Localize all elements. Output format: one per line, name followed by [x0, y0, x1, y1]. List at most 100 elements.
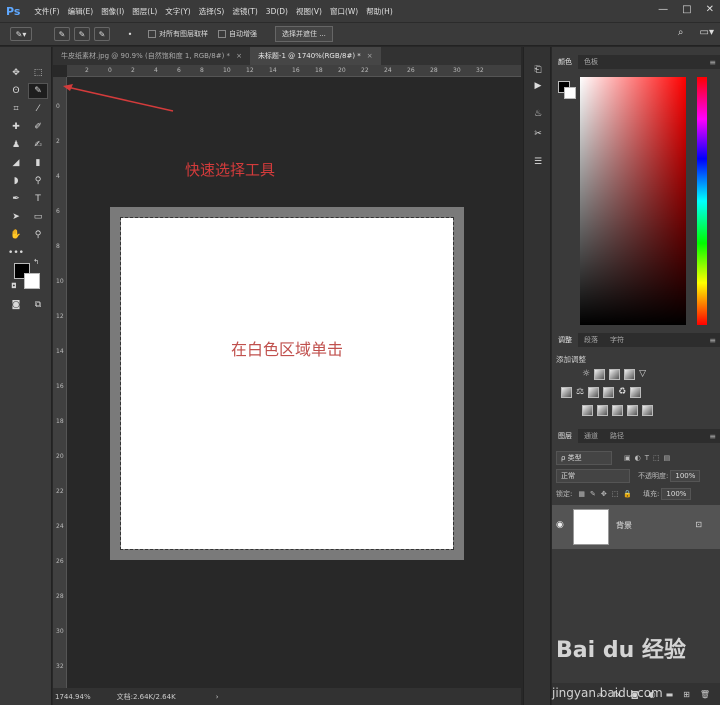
menu-image[interactable]: 图像(I) [101, 6, 124, 17]
add-selection-icon[interactable]: ✎ [74, 27, 90, 41]
minimize-button[interactable]: — [658, 4, 668, 15]
new-group-icon[interactable]: ▬ [666, 690, 674, 699]
panel-menu-icon[interactable]: ≡ [709, 432, 716, 441]
swap-colors-icon[interactable]: ↰ [30, 257, 42, 267]
color-lookup-icon[interactable] [630, 387, 642, 398]
gradient-tool-icon[interactable]: ▮ [28, 155, 48, 171]
rectangle-tool-icon[interactable]: ▭ [28, 209, 48, 225]
levels-icon[interactable] [594, 369, 606, 380]
horizontal-ruler[interactable]: 2 0 2 4 6 8 10 12 14 16 18 20 22 24 26 28 30 32 [67, 65, 521, 77]
maximize-button[interactable]: □ [682, 4, 691, 15]
gradient-map-icon[interactable] [642, 405, 653, 416]
zoom-level[interactable]: 1744.94% [55, 693, 91, 701]
tool-preset-icon[interactable]: ✎▾ [10, 27, 32, 41]
menu-filter[interactable]: 滤镜(T) [232, 6, 257, 17]
menu-edit[interactable]: 编辑(E) [68, 6, 94, 17]
opacity-input[interactable]: 100% [670, 469, 701, 482]
close-button[interactable]: ✕ [706, 4, 714, 15]
type-tool-icon[interactable]: T [28, 191, 48, 207]
more-tools-icon[interactable]: ••• [6, 245, 26, 261]
select-and-mask-button[interactable]: 选择并遮住 ... [275, 26, 333, 42]
menu-help[interactable]: 帮助(H) [366, 6, 393, 17]
properties-panel-icon[interactable]: ☰ [530, 155, 546, 169]
menu-3d[interactable]: 3D(D) [266, 7, 288, 16]
hue-saturation-icon[interactable] [561, 387, 572, 398]
quick-selection-tool-icon[interactable]: ✎ [28, 83, 48, 99]
selective-color-icon[interactable] [627, 405, 638, 416]
color-field[interactable] [580, 77, 686, 325]
posterize-icon[interactable] [597, 405, 608, 416]
layer-row-background[interactable]: ◉ 背景 ⊡ [552, 505, 720, 549]
menu-file[interactable]: 文件(F) [34, 6, 59, 17]
marquee-tool-icon[interactable]: ⬚ [28, 65, 48, 81]
visibility-eye-icon[interactable]: ◉ [556, 520, 564, 530]
tab-swatches[interactable]: 色板 [578, 55, 604, 69]
hand-tool-icon[interactable]: ✋ [6, 227, 26, 243]
history-panel-icon[interactable]: ⎗ [530, 63, 546, 77]
eyedropper-tool-icon[interactable]: ⁄ [28, 101, 48, 117]
blur-tool-icon[interactable]: ◗ [6, 173, 26, 189]
crop-tool-icon[interactable]: ⌗ [6, 101, 26, 117]
hue-slider[interactable] [697, 77, 707, 325]
menu-view[interactable]: 视图(V) [296, 6, 322, 17]
tab-paragraph[interactable]: 段落 [578, 333, 604, 347]
lasso-tool-icon[interactable]: ʘ [6, 83, 26, 99]
layer-name[interactable]: 背景 [616, 520, 632, 531]
subtract-selection-icon[interactable]: ✎ [94, 27, 110, 41]
black-white-icon[interactable] [588, 387, 600, 398]
healing-brush-icon[interactable]: ✚ [6, 119, 26, 135]
channel-mixer-icon[interactable]: ♻ [618, 387, 626, 398]
tab-character[interactable]: 字符 [604, 333, 630, 347]
history-brush-icon[interactable]: ✍ [28, 137, 48, 153]
close-icon[interactable]: × [236, 52, 242, 60]
brightness-icon[interactable]: ☼ [582, 369, 590, 380]
move-tool-icon[interactable]: ✥ [6, 65, 26, 81]
menu-select[interactable]: 选择(S) [199, 6, 225, 17]
canvas-pixel-grid[interactable]: 在白色区域单击 [110, 207, 464, 560]
filter-icons[interactable]: ▣◐T⬚▤ [624, 454, 674, 462]
vertical-ruler[interactable]: 0 2 4 6 8 10 12 14 16 18 20 22 24 26 28 30 32 [53, 77, 67, 688]
screen-mode-icon[interactable]: ⧉ [28, 297, 48, 313]
menu-type[interactable]: 文字(Y) [165, 6, 190, 17]
eraser-tool-icon[interactable]: ◢ [6, 155, 26, 171]
invert-icon[interactable] [582, 405, 593, 416]
sample-all-layers-checkbox[interactable] [148, 30, 156, 38]
zoom-tool-icon[interactable]: ⚲ [28, 227, 48, 243]
tab-channels[interactable]: 通道 [578, 429, 604, 443]
photo-filter-icon[interactable] [603, 387, 615, 398]
tab-kraft-paper[interactable]: 牛皮纸素材.jpg @ 90.9% (自然饱和度 1, RGB/8#) * × [53, 47, 250, 65]
canvas-white-area[interactable]: 在白色区域单击 [120, 217, 454, 550]
quick-mask-icon[interactable]: ◙ [6, 297, 26, 313]
brush-panel-icon[interactable]: ♨ [530, 107, 546, 121]
delete-layer-icon[interactable]: 🗑 [700, 690, 710, 699]
vibrance-icon[interactable]: ▽ [639, 369, 646, 380]
brush-tool-icon[interactable]: ✐ [28, 119, 48, 135]
new-layer-icon[interactable]: ⊞ [683, 690, 690, 699]
clone-stamp-icon[interactable]: ♟ [6, 137, 26, 153]
exposure-icon[interactable] [624, 369, 636, 380]
clone-source-icon[interactable]: ✂ [530, 127, 546, 141]
menu-layer[interactable]: 图层(L) [132, 6, 157, 17]
tab-paths[interactable]: 路径 [604, 429, 630, 443]
panel-background-swatch[interactable] [564, 87, 576, 99]
tab-layers[interactable]: 图层 [552, 429, 578, 443]
blend-mode-select[interactable]: 正常 [556, 468, 630, 483]
layer-kind-filter[interactable]: ρ 类型 [556, 450, 612, 465]
background-color-swatch[interactable] [24, 273, 40, 289]
auto-enhance-checkbox[interactable] [218, 30, 226, 38]
menu-window[interactable]: 窗口(W) [330, 6, 358, 17]
curves-icon[interactable] [609, 369, 621, 380]
lock-icons[interactable]: ▦✎✥⬚🔒 [578, 490, 637, 498]
path-selection-icon[interactable]: ➤ [6, 209, 26, 225]
close-icon[interactable]: × [367, 52, 373, 60]
workspace-icon[interactable]: ▭▾ [700, 27, 714, 38]
panel-menu-icon[interactable]: ≡ [709, 58, 716, 67]
brush-size-icon[interactable]: • [122, 27, 138, 41]
threshold-icon[interactable] [612, 405, 623, 416]
color-balance-icon[interactable]: ⚖ [576, 387, 584, 398]
panel-menu-icon[interactable]: ≡ [709, 336, 716, 345]
fill-input[interactable]: 100% [661, 487, 692, 500]
tab-color[interactable]: 颜色 [552, 55, 578, 69]
tab-adjustments[interactable]: 调整 [552, 333, 578, 347]
default-colors-icon[interactable]: ◘ [8, 281, 20, 291]
